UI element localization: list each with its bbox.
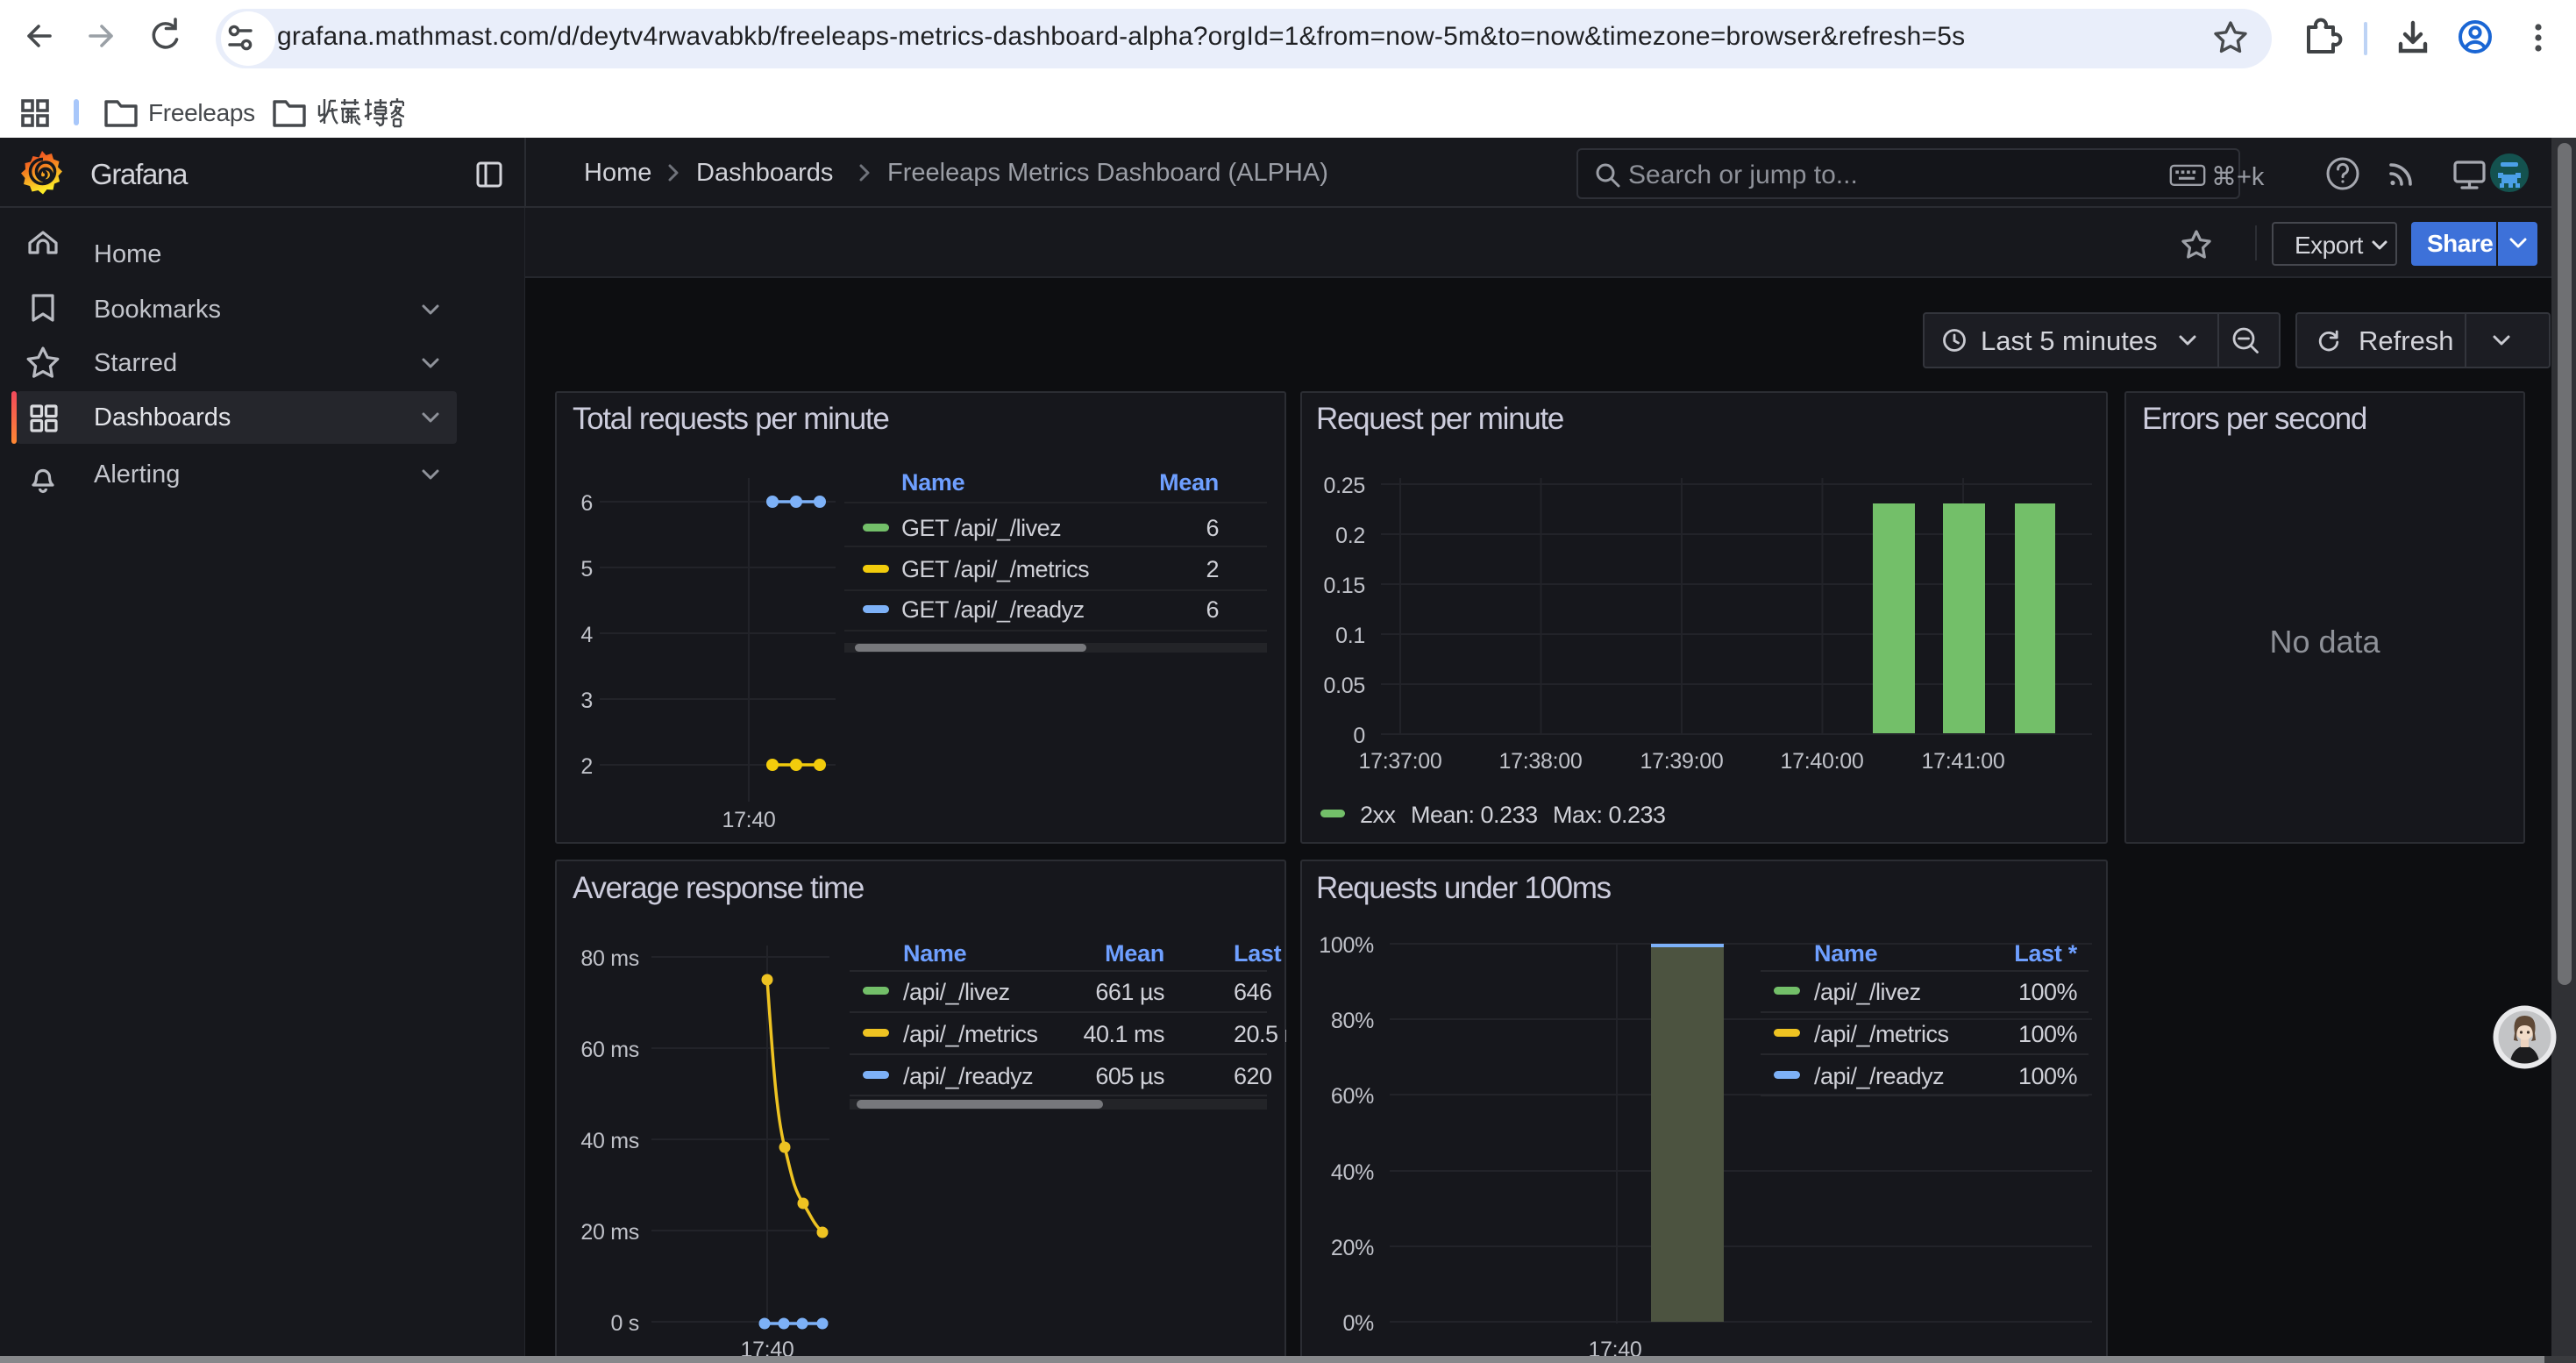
svg-text:Mean: Mean <box>1105 940 1164 967</box>
svg-text:80 ms: 80 ms <box>580 946 639 971</box>
svg-text:605 µs: 605 µs <box>1095 1063 1164 1089</box>
svg-text:0%: 0% <box>1342 1311 1374 1336</box>
svg-text:661 µs: 661 µs <box>1095 979 1164 1005</box>
svg-text:100%: 100% <box>2018 1063 2078 1089</box>
svg-text:GET /api/_/livez: GET /api/_/livez <box>901 515 1061 541</box>
svg-text:Name: Name <box>1814 940 1878 967</box>
svg-text:620: 620 <box>1234 1063 1272 1089</box>
svg-text:/api/_/metrics: /api/_/metrics <box>1814 1021 1949 1047</box>
svg-text:Last *: Last * <box>1234 940 1286 967</box>
svg-text:17:38:00: 17:38:00 <box>1499 749 1583 774</box>
svg-text:Max: 0.233: Max: 0.233 <box>1553 802 1666 828</box>
svg-text:5: 5 <box>580 557 593 582</box>
svg-text:646: 646 <box>1234 979 1272 1005</box>
svg-text:/api/_/readyz: /api/_/readyz <box>903 1063 1033 1089</box>
svg-text:40.1 ms: 40.1 ms <box>1083 1021 1164 1047</box>
svg-text:2xx: 2xx <box>1360 802 1397 828</box>
svg-text:0: 0 <box>1353 724 1365 748</box>
svg-text:GET /api/_/readyz: GET /api/_/readyz <box>901 596 1085 623</box>
svg-text:0.05: 0.05 <box>1324 674 1365 698</box>
svg-text:80%: 80% <box>1331 1009 1374 1033</box>
svg-text:2: 2 <box>580 754 593 779</box>
svg-text:/api/_/metrics: /api/_/metrics <box>903 1021 1038 1047</box>
svg-text:3: 3 <box>580 689 593 713</box>
svg-text:0 s: 0 s <box>611 1311 639 1336</box>
svg-text:6: 6 <box>1206 515 1219 541</box>
svg-text:4: 4 <box>580 623 593 647</box>
svg-text:6: 6 <box>580 491 593 516</box>
svg-text:17:40: 17:40 <box>722 808 775 832</box>
svg-text:20.5 r: 20.5 r <box>1234 1021 1286 1047</box>
svg-text:60%: 60% <box>1331 1084 1374 1109</box>
svg-text:GET /api/_/metrics: GET /api/_/metrics <box>901 556 1089 582</box>
svg-text:40%: 40% <box>1331 1160 1374 1185</box>
svg-text:0.1: 0.1 <box>1335 624 1365 648</box>
svg-text:0.15: 0.15 <box>1324 574 1365 598</box>
svg-text:0.25: 0.25 <box>1324 474 1365 498</box>
svg-text:100%: 100% <box>1319 933 1374 958</box>
svg-text:/api/_/livez: /api/_/livez <box>1814 979 1921 1005</box>
svg-text:Mean: 0.233: Mean: 0.233 <box>1411 802 1538 828</box>
svg-text:17:40:00: 17:40:00 <box>1781 749 1864 774</box>
svg-text:17:39:00: 17:39:00 <box>1640 749 1724 774</box>
svg-text:100%: 100% <box>2018 1021 2078 1047</box>
svg-text:Name: Name <box>901 469 965 496</box>
svg-text:60 ms: 60 ms <box>580 1038 639 1062</box>
svg-text:17:37:00: 17:37:00 <box>1359 749 1442 774</box>
svg-text:/api/_/livez: /api/_/livez <box>903 979 1010 1005</box>
svg-text:100%: 100% <box>2018 979 2078 1005</box>
svg-text:/api/_/readyz: /api/_/readyz <box>1814 1063 1944 1089</box>
svg-text:Mean: Mean <box>1159 469 1219 496</box>
svg-text:40 ms: 40 ms <box>580 1129 639 1153</box>
svg-text:20 ms: 20 ms <box>580 1220 639 1245</box>
svg-text:6: 6 <box>1206 596 1219 623</box>
svg-text:17:41:00: 17:41:00 <box>1922 749 2005 774</box>
svg-text:0.2: 0.2 <box>1335 524 1365 548</box>
svg-text:Name: Name <box>903 940 967 967</box>
svg-text:20%: 20% <box>1331 1236 1374 1260</box>
svg-text:2: 2 <box>1206 556 1219 582</box>
svg-text:Last *: Last * <box>2014 940 2078 967</box>
